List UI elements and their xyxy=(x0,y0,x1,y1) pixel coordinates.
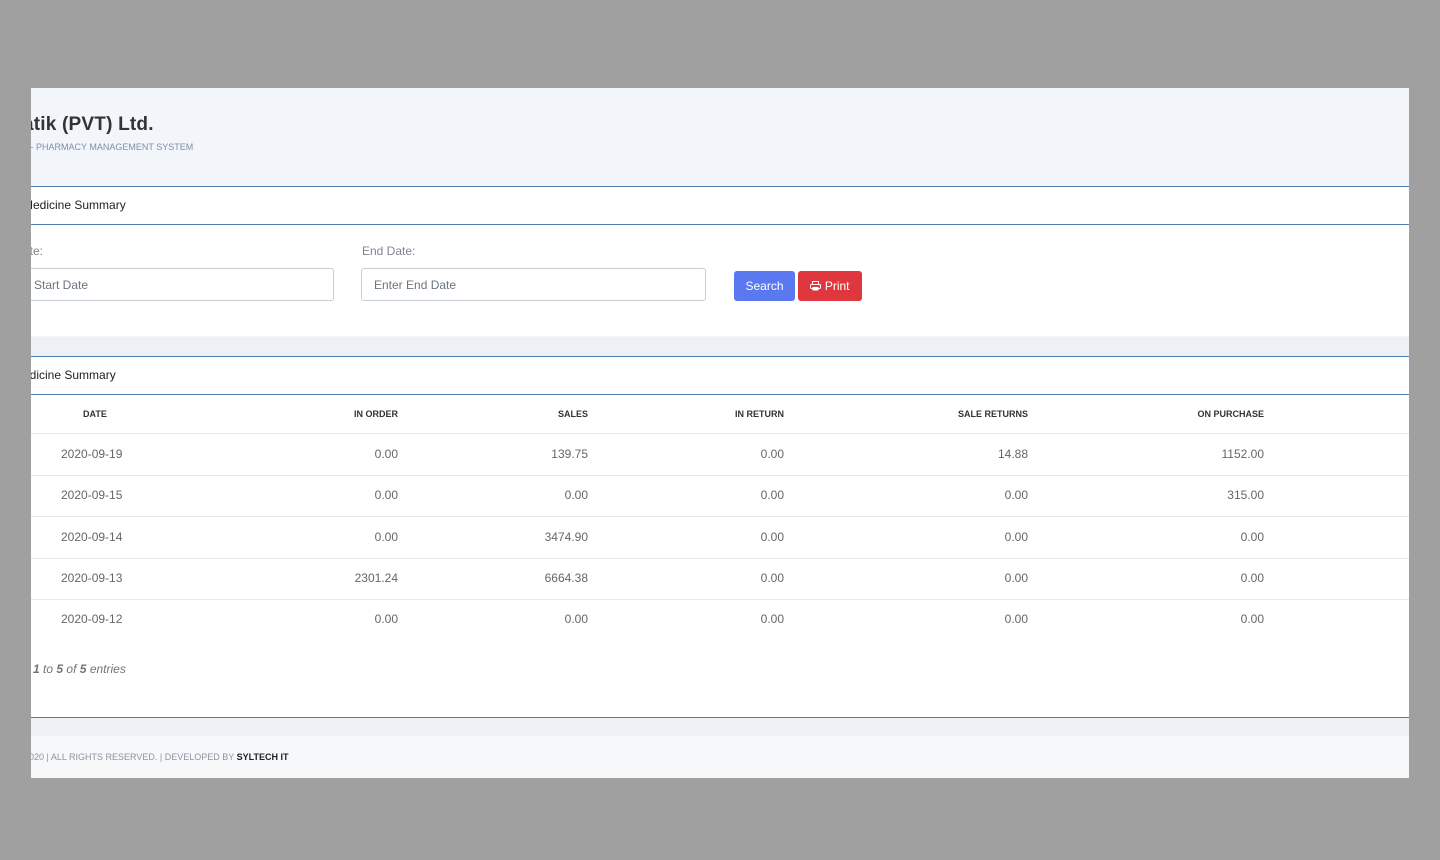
cell-in-order: 0.00 xyxy=(374,612,398,626)
table-row: 2020-09-12 0.00 0.00 0.00 0.00 0.00 xyxy=(31,599,1409,640)
cell-sale-returns: 0.00 xyxy=(1004,488,1028,502)
cell-sale-returns: 0.00 xyxy=(1004,612,1028,626)
cell-in-return: 0.00 xyxy=(760,530,784,544)
table-header-row: DATE IN ORDER SALES IN RETURN SALE RETUR… xyxy=(31,395,1409,434)
cell-in-return: 0.00 xyxy=(760,612,784,626)
cell-in-return: 0.00 xyxy=(760,447,784,461)
company-name: atik (PVT) Ltd. xyxy=(31,114,154,135)
cell-sales: 0.00 xyxy=(564,612,588,626)
table-row: 2020-09-19 0.00 139.75 0.00 14.88 1152.0… xyxy=(31,434,1409,476)
cell-date: 2020-09-15 xyxy=(61,488,123,502)
column-header-sale-returns[interactable]: SALE RETURNS xyxy=(958,409,1028,419)
cell-on-purchase: 0.00 xyxy=(1240,612,1264,626)
search-button[interactable]: Search xyxy=(734,271,795,301)
table-row: 2020-09-14 0.00 3474.90 0.00 0.00 0.00 xyxy=(31,517,1409,559)
cell-sales: 0.00 xyxy=(564,488,588,502)
print-icon xyxy=(810,279,824,293)
end-date-input[interactable]: Enter End Date xyxy=(361,268,706,301)
filter-card-title: Medicine Summary xyxy=(31,186,1409,225)
page-header: atik (PVT) Ltd. 0 - PHARMACY MANAGEMENT … xyxy=(31,88,1409,186)
cell-date: 2020-09-12 xyxy=(61,612,123,626)
column-header-on-purchase[interactable]: ON PURCHASE xyxy=(1197,409,1264,419)
column-header-in-order[interactable]: IN ORDER xyxy=(354,409,398,419)
footer-developer-link[interactable]: SYLTECH IT xyxy=(237,752,289,762)
cell-date: 2020-09-19 xyxy=(61,447,123,461)
cell-sale-returns: 0.00 xyxy=(1004,530,1028,544)
cell-in-order: 0.00 xyxy=(374,447,398,461)
filter-card: Medicine Summary ate: Start Date End Dat… xyxy=(31,186,1409,336)
table-card-title: edicine Summary xyxy=(31,356,1409,395)
section-spacer xyxy=(31,337,1409,356)
section-spacer-bottom xyxy=(31,717,1409,737)
start-date-input[interactable]: Start Date xyxy=(31,268,334,301)
cell-sale-returns: 14.88 xyxy=(997,447,1028,461)
cell-sales: 6664.38 xyxy=(544,571,588,585)
cell-sales: 3474.90 xyxy=(544,530,588,544)
start-date-label: ate: xyxy=(31,244,44,258)
end-date-label: End Date: xyxy=(362,244,416,258)
cell-on-purchase: 1152.00 xyxy=(1221,447,1265,461)
print-button-label: Print xyxy=(824,279,850,293)
cell-on-purchase: 0.00 xyxy=(1240,571,1264,585)
summary-table-card: edicine Summary DATE IN ORDER SALES IN R… xyxy=(31,356,1409,717)
cell-in-return: 0.00 xyxy=(760,571,784,585)
cell-on-purchase: 0.00 xyxy=(1240,530,1264,544)
column-header-in-return[interactable]: IN RETURN xyxy=(735,409,784,419)
cell-date: 2020-09-13 xyxy=(61,571,123,585)
table-row: 2020-09-15 0.00 0.00 0.00 0.00 315.00 xyxy=(31,475,1409,517)
table-row: 2020-09-13 2301.24 6664.38 0.00 0.00 0.0… xyxy=(31,558,1409,600)
cell-date: 2020-09-14 xyxy=(61,530,123,544)
cell-in-order: 0.00 xyxy=(374,530,398,544)
column-header-sales[interactable]: SALES xyxy=(558,409,588,419)
cell-sale-returns: 0.00 xyxy=(1004,571,1028,585)
footer-copyright: 020 | ALL RIGHTS RESERVED. | DEVELOPED B… xyxy=(31,752,235,762)
column-header-date[interactable]: DATE xyxy=(83,409,107,419)
print-button[interactable]: Print xyxy=(798,271,862,301)
cell-in-return: 0.00 xyxy=(760,488,784,502)
page-container: atik (PVT) Ltd. 0 - PHARMACY MANAGEMENT … xyxy=(31,88,1409,778)
table-entries-info: 1 to 5 of 5 entries xyxy=(33,662,126,676)
cell-on-purchase: 315.00 xyxy=(1227,488,1264,502)
footer-text: 020 | ALL RIGHTS RESERVED. | DEVELOPED B… xyxy=(31,752,288,762)
system-subtitle: 0 - PHARMACY MANAGEMENT SYSTEM xyxy=(31,142,194,152)
page-footer: 020 | ALL RIGHTS RESERVED. | DEVELOPED B… xyxy=(31,736,1409,778)
cell-in-order: 0.00 xyxy=(374,488,398,502)
cell-in-order: 2301.24 xyxy=(354,571,398,585)
cell-sales: 139.75 xyxy=(551,447,588,461)
